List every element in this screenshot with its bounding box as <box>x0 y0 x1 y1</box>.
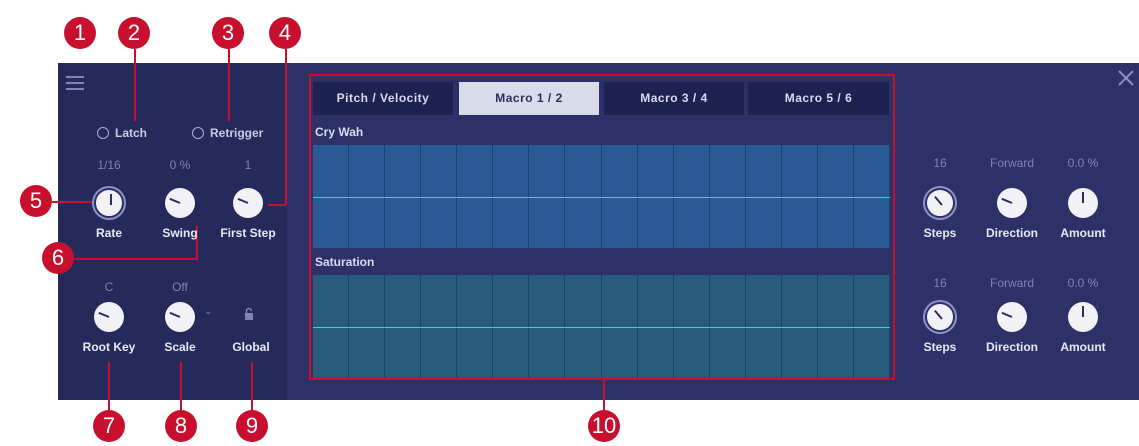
steps-value: 16 <box>933 156 947 170</box>
menu-icon[interactable] <box>66 76 84 94</box>
lane-value-line <box>313 196 890 198</box>
tab-macro-1-2[interactable]: Macro 1 / 2 <box>459 82 599 115</box>
callout-6: 6 <box>42 242 74 274</box>
leader-line-10 <box>603 380 605 410</box>
latch-toggle[interactable]: Latch <box>97 126 147 140</box>
rate-knob[interactable] <box>94 188 124 218</box>
leader-line-5 <box>52 201 96 203</box>
retrigger-label: Retrigger <box>210 126 264 140</box>
amount-label: Amount <box>1060 226 1106 240</box>
first-step-knob[interactable] <box>233 188 263 218</box>
amount-knob[interactable] <box>1068 188 1098 218</box>
tab-pitch-velocity[interactable]: Pitch / Velocity <box>313 82 453 115</box>
first-step-label: First Step <box>220 226 276 240</box>
direction-label: Direction <box>985 226 1038 240</box>
steps-label: Steps <box>923 340 957 354</box>
scale-label: Scale <box>164 340 196 354</box>
amount-label: Amount <box>1060 340 1106 354</box>
retrigger-toggle[interactable]: Retrigger <box>192 126 263 140</box>
leader-line-8 <box>180 362 182 410</box>
leader-line-7 <box>108 362 110 410</box>
lock-icon[interactable] <box>244 307 254 321</box>
rate-value: 1/16 <box>97 158 121 172</box>
tab-macro-5-6[interactable]: Macro 5 / 6 <box>748 82 889 115</box>
close-icon[interactable] <box>1117 66 1135 94</box>
rate-label: Rate <box>95 226 122 240</box>
callout-4: 4 <box>269 17 301 49</box>
amount-knob[interactable] <box>1068 302 1098 332</box>
callout-1: 1 <box>64 17 96 49</box>
leader-line-4 <box>285 49 287 205</box>
scale-value: Off <box>172 280 188 294</box>
latch-radio-icon <box>97 127 109 139</box>
direction-value: Forward <box>989 156 1034 170</box>
direction-label: Direction <box>985 340 1038 354</box>
steps-label: Steps <box>923 226 957 240</box>
step-lane-cry-wah[interactable] <box>313 145 890 248</box>
steps-value: 16 <box>933 276 947 290</box>
root-key-label: Root Key <box>82 340 136 354</box>
lane-name: Cry Wah <box>315 125 364 139</box>
callout-7: 7 <box>93 410 125 442</box>
callout-3: 3 <box>212 17 244 49</box>
amount-value: 0.0 % <box>1067 276 1099 290</box>
steps-knob[interactable] <box>925 302 955 332</box>
scale-knob[interactable] <box>165 302 195 332</box>
leader-line-9 <box>251 362 253 410</box>
chevron-down-icon[interactable]: ⌄ <box>204 306 212 317</box>
lane-value-line <box>313 326 890 328</box>
callout-5: 5 <box>20 185 52 217</box>
callout-10: 10 <box>588 410 620 442</box>
lane-name: Saturation <box>315 255 375 269</box>
callout-2: 2 <box>118 17 150 49</box>
global-label: Global <box>232 340 270 354</box>
root-key-value: C <box>104 280 114 294</box>
retrigger-radio-icon <box>192 127 204 139</box>
steps-knob[interactable] <box>925 188 955 218</box>
amount-value: 0.0 % <box>1067 156 1099 170</box>
callout-9: 9 <box>236 410 268 442</box>
callout-8: 8 <box>165 410 197 442</box>
tab-macro-3-4[interactable]: Macro 3 / 4 <box>604 82 744 115</box>
direction-knob[interactable] <box>997 188 1027 218</box>
leader-line-4h <box>268 204 286 206</box>
leader-line-2 <box>134 49 136 121</box>
latch-label: Latch <box>115 126 148 140</box>
leader-line-6h <box>74 258 198 260</box>
first-step-value: 1 <box>244 158 252 172</box>
direction-knob[interactable] <box>997 302 1027 332</box>
root-key-knob[interactable] <box>94 302 124 332</box>
direction-value: Forward <box>989 276 1034 290</box>
step-lane-saturation[interactable] <box>313 275 890 378</box>
swing-knob[interactable] <box>165 188 195 218</box>
leader-line-3 <box>228 49 230 121</box>
